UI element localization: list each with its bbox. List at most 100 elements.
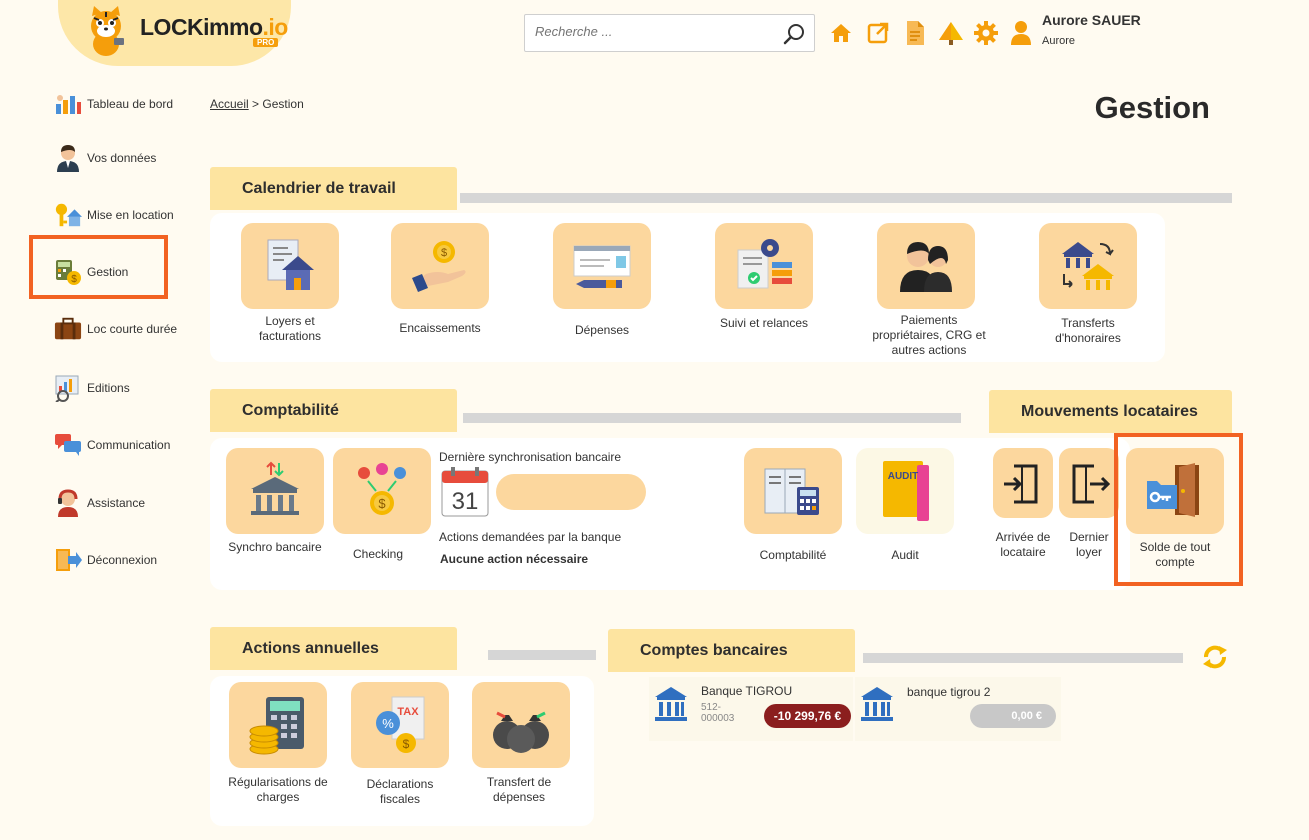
tile-transferts-honoraires[interactable] bbox=[1039, 223, 1137, 309]
ledger-calculator-icon bbox=[764, 468, 819, 515]
section-title-mouvements: Mouvements locataires bbox=[989, 390, 1232, 433]
bank-name: Banque TIGROU bbox=[701, 684, 793, 698]
bank-icon bbox=[861, 687, 893, 721]
search-icon[interactable] bbox=[782, 22, 806, 46]
sidebar-item-editions[interactable]: Editions bbox=[54, 374, 130, 402]
tax-document-icon: TAX % $ bbox=[376, 696, 425, 753]
svg-text:AUDIT: AUDIT bbox=[888, 471, 919, 482]
user-name[interactable]: Aurore SAUER bbox=[1042, 12, 1141, 28]
home-icon[interactable] bbox=[828, 20, 854, 46]
sidebar-item-label: Communication bbox=[87, 438, 171, 452]
gear-icon[interactable] bbox=[973, 20, 999, 46]
tile-loyers-facturations[interactable] bbox=[241, 223, 339, 309]
tile-paiements-proprietaires[interactable] bbox=[877, 223, 975, 309]
dashboard-chart-icon bbox=[54, 90, 82, 118]
tile-comptabilite[interactable] bbox=[744, 448, 842, 534]
tile-encaissements[interactable]: $ bbox=[391, 223, 489, 309]
tile-label: Encaissements bbox=[399, 321, 481, 335]
chat-bubbles-icon bbox=[54, 431, 82, 459]
sidebar-item-label: Loc courte durée bbox=[87, 322, 178, 336]
tile-suivi-relances[interactable] bbox=[715, 223, 813, 309]
sidebar-item-gestion[interactable]: $ Gestion bbox=[54, 258, 128, 286]
sidebar-item-label: Déconnexion bbox=[87, 553, 158, 567]
chart-document-icon bbox=[54, 374, 82, 402]
breadcrumb-current: Gestion bbox=[262, 97, 304, 111]
bank-sync-icon bbox=[251, 461, 299, 515]
brand-logo[interactable]: LOCKimmo.io bbox=[140, 14, 288, 41]
tile-label: Audit bbox=[891, 548, 919, 562]
tile-declarations-fiscales[interactable]: TAX % $ bbox=[351, 682, 449, 768]
bank-account-card[interactable]: banque tigrou 2 0,00 € bbox=[855, 677, 1061, 741]
logout-door-icon bbox=[54, 546, 82, 574]
user-icon[interactable] bbox=[1008, 20, 1034, 46]
tile-synchro-bancaire[interactable] bbox=[226, 448, 324, 534]
tree-icon[interactable] bbox=[938, 20, 964, 46]
tile-label: Dépenses bbox=[574, 323, 630, 337]
sync-title: Dernière synchronisation bancaire bbox=[439, 450, 622, 464]
sidebar-item-vos-donnees[interactable]: Vos données bbox=[54, 144, 156, 172]
sidebar-item-mise-en-location[interactable]: Mise en location bbox=[54, 201, 174, 229]
person-icon bbox=[54, 144, 82, 172]
bank-account-card[interactable]: Banque TIGROU 512-000003 -10 299,76 € bbox=[649, 677, 853, 741]
section-title-comptes: Comptes bancaires bbox=[608, 629, 855, 672]
calendar-icon: 31 bbox=[441, 467, 489, 517]
cheque-pen-icon bbox=[573, 245, 631, 288]
search-input[interactable] bbox=[535, 24, 775, 39]
suitcase-icon bbox=[54, 315, 82, 343]
bank-balance-badge: -10 299,76 € bbox=[764, 704, 851, 728]
section-title-calendrier: Calendrier de travail bbox=[210, 167, 457, 210]
page-title: Gestion bbox=[1094, 90, 1210, 125]
tile-label: Transferts d'honoraires bbox=[1055, 316, 1121, 345]
sidebar-item-label: Assistance bbox=[87, 496, 146, 510]
svg-text:$: $ bbox=[403, 737, 410, 751]
tile-arrivee-locataire[interactable] bbox=[993, 448, 1053, 518]
door-enter-icon bbox=[1004, 464, 1038, 504]
sidebar-item-loc-courte-duree[interactable]: Loc courte durée bbox=[54, 315, 177, 343]
tile-label: Paiements propriétaires, CRG et autres a… bbox=[872, 313, 986, 357]
calendrier-panel bbox=[210, 213, 1165, 362]
external-link-icon[interactable] bbox=[865, 20, 891, 46]
tile-label: Régularisations de charges bbox=[228, 775, 328, 804]
svg-text:$: $ bbox=[441, 247, 447, 259]
tile-audit[interactable]: AUDIT bbox=[856, 448, 954, 534]
bank-name: banque tigrou 2 bbox=[907, 685, 991, 699]
calculator-coins-icon bbox=[249, 697, 304, 755]
section-divider bbox=[463, 413, 961, 423]
sidebar-item-assistance[interactable]: Assistance bbox=[54, 489, 145, 517]
tile-label: Checking bbox=[352, 547, 404, 561]
tile-label: Dernier loyer bbox=[1069, 530, 1109, 559]
sidebar-item-deconnexion[interactable]: Déconnexion bbox=[54, 546, 157, 574]
sidebar-item-label: Mise en location bbox=[87, 208, 174, 222]
breadcrumb: Accueil > Gestion bbox=[210, 97, 304, 111]
svg-text:$: $ bbox=[71, 274, 77, 285]
section-title-annuelles: Actions annuelles bbox=[210, 627, 457, 670]
refresh-icon[interactable] bbox=[1201, 643, 1229, 671]
tracking-gear-icon bbox=[737, 239, 792, 289]
tile-regularisations-charges[interactable] bbox=[229, 682, 327, 768]
tile-transfert-depenses[interactable] bbox=[472, 682, 570, 768]
tile-depenses[interactable] bbox=[553, 223, 651, 309]
tile-checking[interactable]: $ bbox=[333, 448, 431, 534]
tile-label: Transfert de dépenses bbox=[486, 775, 552, 804]
svg-text:TAX: TAX bbox=[397, 706, 419, 718]
svg-text:%: % bbox=[382, 716, 394, 731]
owners-people-icon bbox=[900, 242, 952, 292]
brand-pro-badge: PRO bbox=[253, 38, 279, 47]
checking-coins-icon: $ bbox=[358, 463, 406, 515]
sidebar-item-communication[interactable]: Communication bbox=[54, 431, 170, 459]
sidebar-item-tableau-de-bord[interactable]: Tableau de bord bbox=[54, 90, 173, 118]
tile-label: Solde de tout compte bbox=[1139, 540, 1211, 569]
tile-dernier-loyer[interactable] bbox=[1059, 448, 1119, 518]
section-title-comptabilite: Comptabilité bbox=[210, 389, 457, 432]
hand-coin-icon: $ bbox=[412, 241, 466, 292]
svg-text:31: 31 bbox=[452, 488, 479, 515]
breadcrumb-home-link[interactable]: Accueil bbox=[210, 97, 249, 111]
section-divider bbox=[460, 193, 1232, 203]
key-door-icon bbox=[1147, 463, 1199, 517]
money-bags-icon bbox=[493, 711, 549, 753]
section-divider bbox=[488, 650, 596, 660]
document-icon[interactable] bbox=[902, 20, 928, 46]
sync-status-bar bbox=[496, 474, 646, 510]
search-box bbox=[524, 14, 815, 52]
tile-solde-de-tout-compte[interactable] bbox=[1126, 448, 1224, 534]
